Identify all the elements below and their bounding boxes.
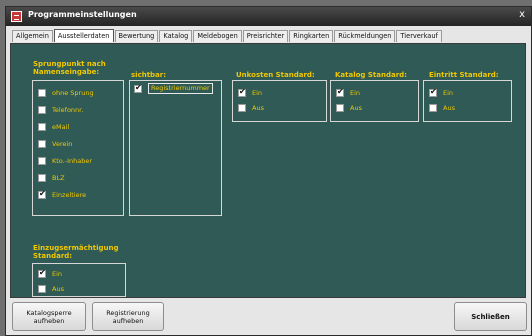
button-label-line2: aufheben xyxy=(112,316,144,325)
option-einzeltiere[interactable]: Einzeltiere xyxy=(38,189,87,199)
sprungpunkt-title-line1: Sprungpunkt nach xyxy=(33,60,106,68)
einzug-title-line2: Standard: xyxy=(33,252,73,260)
checkbox[interactable] xyxy=(38,189,46,199)
checkbox[interactable] xyxy=(38,156,46,165)
option-verein[interactable]: Verein xyxy=(38,139,72,148)
option-label: Einzeltiere xyxy=(52,190,87,199)
option-label: Telefonnr. xyxy=(52,105,84,114)
tab-meldebogen[interactable]: Meldebogen xyxy=(193,30,242,42)
katalog-frame: Ein Aus xyxy=(330,80,419,122)
option-label: Aus xyxy=(443,103,455,112)
registrierung-aufheben-button[interactable]: Registrierung aufheben xyxy=(92,302,164,331)
tab-katalog[interactable]: Katalog xyxy=(159,30,193,42)
checkbox[interactable] xyxy=(238,103,246,112)
checkbox[interactable] xyxy=(336,103,344,112)
checkbox[interactable] xyxy=(38,105,46,114)
option-blz[interactable]: BLZ xyxy=(38,173,65,182)
button-label-line1: Katalogsperre xyxy=(26,308,72,317)
tab-rueckmeldungen[interactable]: Rückmeldungen xyxy=(334,30,396,42)
option-katalog-aus[interactable]: Aus xyxy=(336,103,362,112)
tab-strip: Allgemein Ausstellerdaten Bewertung Kata… xyxy=(12,29,443,42)
tab-ausstellerdaten[interactable]: Ausstellerdaten xyxy=(53,29,114,42)
checkbox[interactable] xyxy=(38,284,46,293)
option-label: Ein xyxy=(252,88,263,97)
option-label: Aus xyxy=(350,103,362,112)
eintritt-frame: Ein Aus xyxy=(423,80,512,122)
option-einzug-ein[interactable]: Ein xyxy=(38,268,63,278)
option-label: eMail xyxy=(52,122,70,131)
option-label: Ein xyxy=(443,88,454,97)
checkbox[interactable] xyxy=(38,139,46,148)
tab-preisrichter[interactable]: Preisrichter xyxy=(242,30,289,42)
checkbox[interactable] xyxy=(38,268,46,278)
button-label-line2: aufheben xyxy=(33,316,65,325)
checkbox[interactable] xyxy=(429,87,437,97)
option-email[interactable]: eMail xyxy=(38,122,69,131)
window-title: Programmeinstellungen xyxy=(28,10,137,19)
app-form-icon xyxy=(11,11,22,22)
einzug-title-line1: Einzugsermächtigung xyxy=(33,244,119,252)
tab-allgemein[interactable]: Allgemein xyxy=(12,30,53,42)
sichtbar-frame: Registriernummer xyxy=(129,80,222,216)
checkbox[interactable] xyxy=(336,87,344,97)
einzug-title: Einzugsermächtigung Standard: xyxy=(33,244,118,260)
option-label: Kto.-Inhaber xyxy=(52,156,93,165)
option-label: Verein xyxy=(52,139,73,148)
tab-bewertung[interactable]: Bewertung xyxy=(114,30,159,42)
checkbox[interactable] xyxy=(38,122,46,131)
checkbox[interactable] xyxy=(429,103,437,112)
option-label: BLZ xyxy=(52,173,65,182)
checkbox[interactable] xyxy=(134,83,142,93)
katalog-title: Katalog Standard: xyxy=(335,71,407,79)
option-katalog-ein[interactable]: Ein xyxy=(336,87,361,97)
option-label: Aus xyxy=(252,103,264,112)
option-einzug-aus[interactable]: Aus xyxy=(38,284,64,293)
tab-tierverkauf[interactable]: Tierverkauf xyxy=(396,30,442,42)
option-kto-inhaber[interactable]: Kto.-Inhaber xyxy=(38,156,92,165)
sprungpunkt-frame: ohne Sprung Telefonnr. eMail Verein Kto.… xyxy=(32,80,124,216)
option-unkosten-aus[interactable]: Aus xyxy=(238,103,264,112)
option-label: ohne Sprung xyxy=(52,88,94,97)
sichtbar-title: sichtbar: xyxy=(131,71,167,79)
einzug-frame: Ein Aus xyxy=(32,263,126,297)
sprungpunkt-title: Sprungpunkt nach Namenseingabe: xyxy=(33,60,106,76)
option-registriernummer[interactable]: Registriernummer xyxy=(134,83,213,94)
option-label: Ein xyxy=(350,88,361,97)
katalogsperre-aufheben-button[interactable]: Katalogsperre aufheben xyxy=(12,302,86,331)
unkosten-frame: Ein Aus xyxy=(232,80,327,122)
option-telefonnr[interactable]: Telefonnr. xyxy=(38,105,83,114)
sprungpunkt-title-line2: Namenseingabe: xyxy=(33,68,100,76)
option-label: Registriernummer xyxy=(148,83,213,94)
ausstellerdaten-panel: Sprungpunkt nach Namenseingabe: ohne Spr… xyxy=(10,43,526,298)
settings-window: Programmeinstellungen x Allgemein Ausste… xyxy=(5,6,532,336)
schliessen-button[interactable]: Schließen xyxy=(454,302,527,331)
checkbox[interactable] xyxy=(38,88,46,97)
unkosten-title: Unkosten Standard: xyxy=(236,71,315,79)
option-ohne-sprung[interactable]: ohne Sprung xyxy=(38,88,94,97)
eintritt-title: Eintritt Standard: xyxy=(429,71,499,79)
option-eintritt-ein[interactable]: Ein xyxy=(429,87,454,97)
close-icon[interactable]: x xyxy=(519,9,525,20)
option-eintritt-aus[interactable]: Aus xyxy=(429,103,455,112)
option-unkosten-ein[interactable]: Ein xyxy=(238,87,263,97)
checkbox[interactable] xyxy=(38,173,46,182)
option-label: Ein xyxy=(52,269,63,278)
title-bar: Programmeinstellungen x xyxy=(6,7,531,26)
checkbox[interactable] xyxy=(238,87,246,97)
button-label-line1: Registrierung xyxy=(106,308,150,317)
option-label: Aus xyxy=(52,284,64,293)
tab-ringkarten[interactable]: Ringkarten xyxy=(289,30,334,42)
